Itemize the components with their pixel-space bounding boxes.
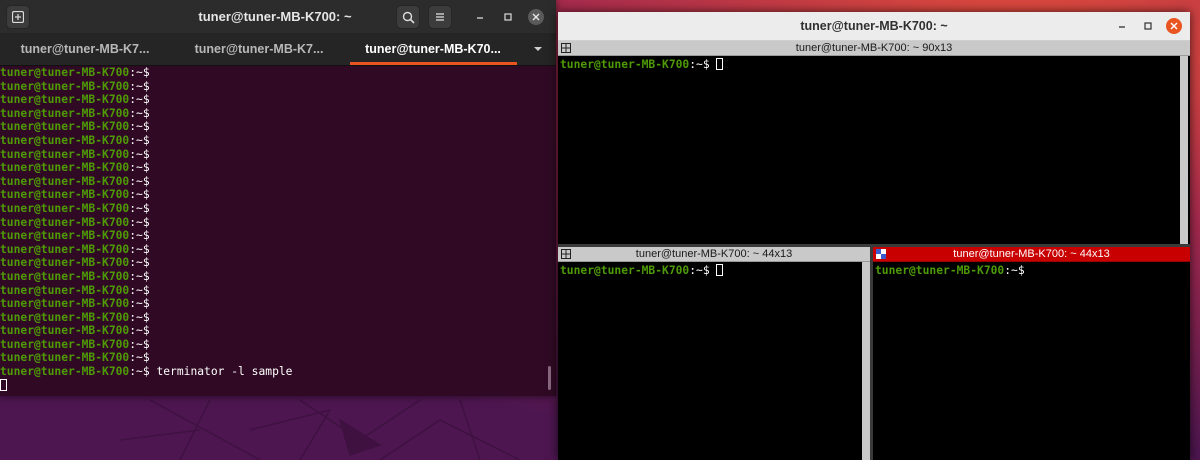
prompt-line: tuner@tuner-MB-K700:~$ [0, 174, 150, 188]
prompt-line: tuner@tuner-MB-K700:~$ [0, 120, 150, 134]
maximize-icon [1144, 22, 1152, 30]
text-cursor [0, 378, 7, 391]
close-icon [1170, 22, 1178, 30]
prompt-line: tuner@tuner-MB-K700:~$ [0, 283, 150, 297]
pane-prompt: tuner@tuner-MB-K700:~$ [875, 264, 1025, 277]
pane-grid-icon[interactable] [561, 249, 571, 259]
minimize-icon [477, 17, 483, 19]
maximize-icon [504, 13, 512, 21]
prompt-line: tuner@tuner-MB-K700:~$ [0, 147, 150, 161]
tab-1[interactable]: tuner@tuner-MB-K7... [0, 33, 170, 65]
prompt-line: tuner@tuner-MB-K700:~$ [0, 93, 150, 107]
prompt-line: tuner@tuner-MB-K700:~$ [0, 229, 150, 243]
prompt-line: tuner@tuner-MB-K700:~$ [0, 310, 150, 324]
close-button[interactable] [528, 9, 544, 25]
prompt-line: tuner@tuner-MB-K700:~$ [0, 324, 150, 338]
prompt-line: tuner@tuner-MB-K700:~$ [0, 79, 150, 93]
terminal-pane-top[interactable]: tuner@tuner-MB-K700: ~ 90x13 tuner@tuner… [558, 41, 1190, 244]
search-icon [402, 11, 415, 24]
pane-grid-icon[interactable] [561, 43, 571, 53]
pane-title: tuner@tuner-MB-K700: ~ 44x13 [635, 248, 793, 260]
command-line: tuner@tuner-MB-K700:~$ terminator -l sam… [0, 365, 293, 379]
typed-command: terminator -l sample [149, 365, 293, 379]
pane-titlebar-focused: tuner@tuner-MB-K700: ~ 44x13 [873, 247, 1190, 262]
tab-2[interactable]: tuner@tuner-MB-K7... [174, 33, 344, 65]
prompt-line: tuner@tuner-MB-K700:~$ [0, 188, 150, 202]
pane-grid-icon[interactable] [876, 249, 886, 259]
terminator-window: tuner@tuner-MB-K700: ~ tuner@tuner-MB-K7… [558, 12, 1190, 460]
terminal-pane-bottom-right-focused[interactable]: tuner@tuner-MB-K700: ~ 44x13 tuner@tuner… [873, 247, 1190, 460]
terminator-maximize-button[interactable] [1140, 18, 1156, 34]
terminator-titlebar: tuner@tuner-MB-K700: ~ [558, 12, 1190, 41]
tab-bar: tuner@tuner-MB-K7... tuner@tuner-MB-K7..… [0, 33, 556, 66]
new-tab-button[interactable] [6, 5, 30, 29]
pane-prompt: tuner@tuner-MB-K700:~$ [560, 58, 724, 71]
pane-prompt: tuner@tuner-MB-K700:~$ [560, 264, 724, 277]
terminator-title: tuner@tuner-MB-K700: ~ [800, 19, 948, 33]
terminal-pane-bottom-left[interactable]: tuner@tuner-MB-K700: ~ 44x13 tuner@tuner… [558, 247, 870, 460]
terminal-scrollbar[interactable] [548, 366, 551, 390]
pane-titlebar: tuner@tuner-MB-K700: ~ 90x13 [558, 41, 1190, 56]
hamburger-menu-icon [436, 13, 444, 21]
search-button[interactable] [396, 5, 420, 29]
active-tab-indicator [350, 62, 517, 65]
cursor-line [0, 378, 556, 393]
prompt-line: tuner@tuner-MB-K700:~$ [0, 133, 150, 147]
gnome-terminal-window: tuner@tuner-MB-K700: ~ tuner@tuner-MB-K7… [0, 0, 556, 396]
prompt-line: tuner@tuner-MB-K700:~$ [0, 106, 150, 120]
terminator-close-button[interactable] [1166, 18, 1182, 34]
prompt-line: tuner@tuner-MB-K700:~$ [0, 351, 150, 365]
prompt-line: tuner@tuner-MB-K700:~$ [0, 256, 150, 270]
tab-list-dropdown-icon[interactable] [530, 42, 546, 56]
minimize-icon [1119, 26, 1125, 28]
window-title: tuner@tuner-MB-K700: ~ [198, 9, 352, 24]
prompt-line: tuner@tuner-MB-K700:~$ [0, 161, 150, 175]
pane-scrollbar[interactable] [1180, 56, 1188, 244]
prompt-line: tuner@tuner-MB-K700:~$ [0, 66, 150, 79]
pane-title: tuner@tuner-MB-K700: ~ 90x13 [795, 42, 953, 54]
menu-button[interactable] [428, 5, 452, 29]
prompt-line: tuner@tuner-MB-K700:~$ [0, 242, 150, 256]
pane-title: tuner@tuner-MB-K700: ~ 44x13 [953, 248, 1110, 260]
terminator-minimize-button[interactable] [1114, 18, 1130, 34]
terminal-output[interactable]: tuner@tuner-MB-K700:~$ tuner@tuner-MB-K70… [0, 66, 556, 396]
tab-3-active[interactable]: tuner@tuner-MB-K70... [348, 33, 518, 65]
text-cursor [716, 264, 724, 276]
prompt-line: tuner@tuner-MB-K700:~$ [0, 201, 150, 215]
gnome-terminal-headerbar: tuner@tuner-MB-K700: ~ [0, 0, 556, 34]
prompt-line: tuner@tuner-MB-K700:~$ [0, 215, 150, 229]
close-icon [532, 13, 540, 21]
prompt-line: tuner@tuner-MB-K700:~$ [0, 297, 150, 311]
pane-scrollbar[interactable] [862, 262, 870, 460]
minimize-button[interactable] [472, 9, 488, 25]
new-tab-icon [12, 11, 24, 23]
prompt-line: tuner@tuner-MB-K700:~$ [0, 269, 150, 283]
pane-titlebar: tuner@tuner-MB-K700: ~ 44x13 [558, 247, 870, 262]
maximize-button[interactable] [500, 9, 516, 25]
prompt-line: tuner@tuner-MB-K700:~$ [0, 337, 150, 351]
text-cursor [716, 58, 724, 70]
